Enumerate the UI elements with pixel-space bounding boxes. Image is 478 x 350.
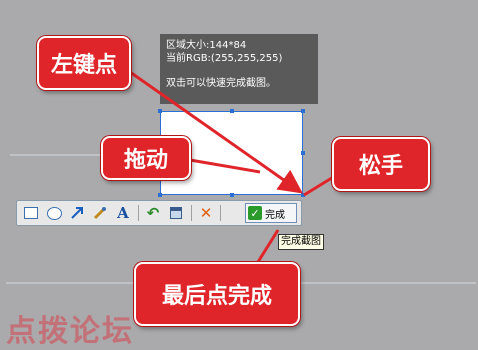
callout-finish: 最后点完成 (134, 262, 300, 326)
toolbar-separator (138, 205, 139, 221)
callout-drag: 拖动 (101, 136, 191, 180)
checkmark-icon: ✓ (248, 206, 262, 220)
save-icon (170, 207, 182, 219)
ellipse-tool-button[interactable] (45, 204, 63, 222)
toolbar-separator (191, 205, 192, 221)
finish-callout-pointer (256, 229, 280, 263)
finish-button-label: 完成 (265, 209, 285, 221)
arrow-tool-button[interactable] (68, 204, 86, 222)
arrow-icon (71, 207, 83, 219)
finish-button[interactable]: ✓ 完成 (245, 203, 297, 223)
drag-callout-pointer (189, 158, 261, 174)
release-callout-pointer (303, 174, 336, 197)
brush-tool-button[interactable] (91, 204, 109, 222)
rectangle-icon (24, 207, 38, 219)
text-icon: A (117, 204, 129, 222)
forum-watermark: 点拨论坛 (6, 314, 134, 349)
ellipse-icon (46, 206, 62, 220)
cancel-button[interactable]: ✕ (197, 204, 215, 222)
save-button[interactable] (167, 204, 185, 222)
undo-icon: ↶ (146, 204, 160, 222)
text-tool-button[interactable]: A (114, 204, 132, 222)
finish-tooltip: 完成截图 (278, 234, 324, 250)
cancel-icon: ✕ (199, 204, 213, 222)
callout-left-click: 左键点 (37, 36, 131, 90)
toolbar-separator (220, 205, 221, 221)
undo-button[interactable]: ↶ (144, 204, 162, 222)
brush-icon (93, 207, 106, 220)
callout-release: 松手 (332, 137, 430, 191)
screenshot-toolbar: A ↶ ✕ ✓ 完成 (16, 200, 302, 226)
rectangle-tool-button[interactable] (22, 204, 40, 222)
